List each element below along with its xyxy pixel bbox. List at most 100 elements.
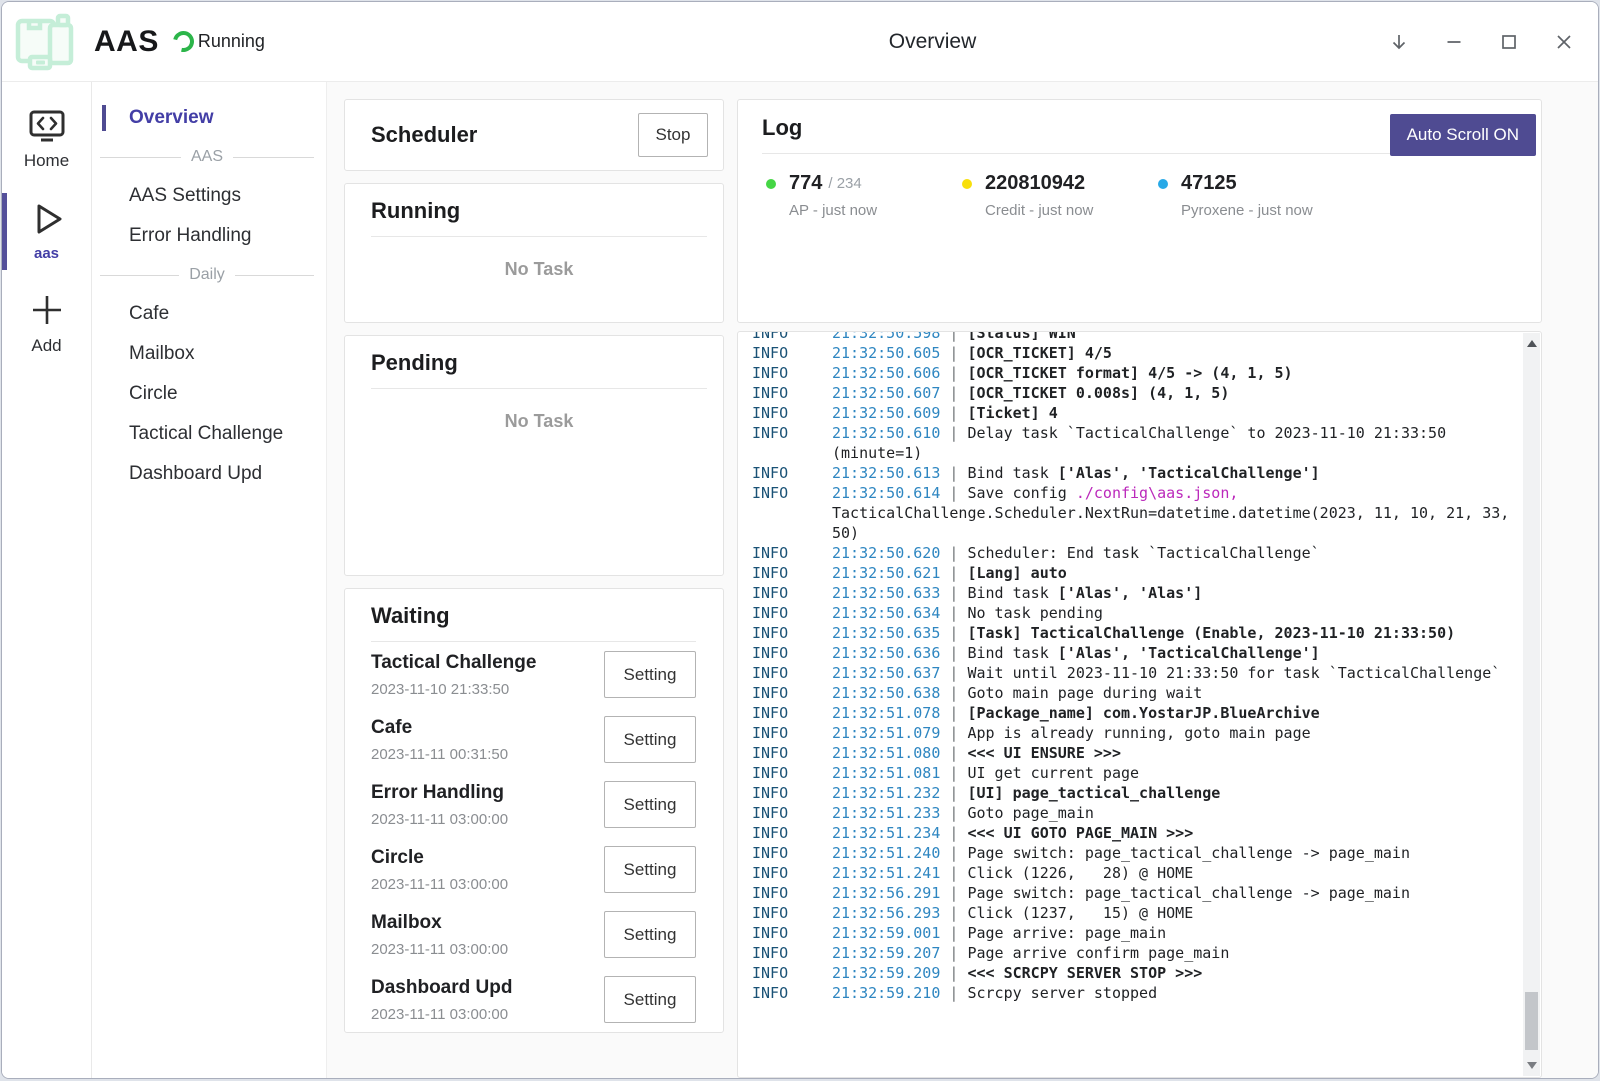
minimize-button[interactable] (1432, 20, 1476, 64)
log-row: INFO21:32:56.291 | Page switch: page_tac… (752, 883, 1541, 903)
nav-section-divider-daily: Daily (92, 256, 326, 294)
task-info: Cafe2023-11-11 00:31:50 (371, 717, 508, 763)
stop-button[interactable]: Stop (638, 113, 708, 157)
nav-item-tactical-challenge[interactable]: Tactical Challenge (92, 414, 326, 454)
log-level: INFO (752, 363, 832, 383)
active-indicator (102, 105, 106, 131)
app-name: AAS (94, 25, 159, 59)
scheduler-title: Scheduler (371, 122, 477, 148)
log-separator: | (940, 384, 967, 402)
log-timestamp: 21:32:51.081 (832, 764, 940, 782)
log-row: INFO21:32:50.613 | Bind task ['Alas', 'T… (752, 463, 1541, 483)
rail-item-home[interactable]: Home (2, 101, 91, 181)
window-controls (1377, 2, 1586, 82)
log-separator: | (940, 744, 967, 762)
log-separator: | (940, 584, 967, 602)
log-separator: | (940, 884, 967, 902)
nav-item-cafe[interactable]: Cafe (92, 294, 326, 334)
setting-button-tactical-challenge[interactable]: Setting (604, 651, 696, 698)
log-output[interactable]: INFO21:32:50.598 | [Status] WININFO21:32… (737, 331, 1542, 1078)
maximize-button[interactable] (1487, 20, 1531, 64)
log-message: 21:32:50.598 | [Status] WIN (832, 331, 1515, 343)
nav-item-dashboard-upd[interactable]: Dashboard Upd (92, 454, 326, 494)
running-card: Running No Task (344, 183, 724, 323)
log-separator: | (940, 624, 967, 642)
log-row: INFO21:32:51.078 | [Package_name] com.Yo… (752, 703, 1541, 723)
log-separator: | (940, 864, 967, 882)
setting-button-dashboard-upd[interactable]: Setting (604, 976, 696, 1023)
log-row: INFO21:32:51.234 | <<< UI GOTO PAGE_MAIN… (752, 823, 1541, 843)
log-row: INFO21:32:50.609 | [Ticket] 4 (752, 403, 1541, 423)
minimize-icon (1443, 31, 1465, 53)
task-name: Cafe (371, 717, 508, 739)
close-button[interactable] (1542, 20, 1586, 64)
log-timestamp: 21:32:50.598 (832, 331, 940, 342)
log-message: 21:32:51.233 | Goto page_main (832, 803, 1515, 823)
log-message: 21:32:50.621 | [Lang] auto (832, 563, 1515, 583)
log-row: INFO21:32:50.607 | [OCR_TICKET 0.008s] (… (752, 383, 1541, 403)
setting-button-error-handling[interactable]: Setting (604, 781, 696, 828)
task-next-run: 2023-11-11 03:00:00 (371, 941, 508, 958)
log-level: INFO (752, 463, 832, 483)
titlebar: AAS Running Overview (2, 2, 1598, 82)
running-empty-text: No Task (371, 259, 707, 280)
log-level: INFO (752, 583, 832, 603)
log-separator: | (940, 344, 967, 362)
log-timestamp: 21:32:56.293 (832, 904, 940, 922)
log-message: 21:32:51.081 | UI get current page (832, 763, 1515, 783)
nav-item-error-handling[interactable]: Error Handling (92, 216, 326, 256)
log-timestamp: 21:32:50.607 (832, 384, 940, 402)
nav-item-label: Dashboard Upd (129, 463, 262, 484)
log-message: 21:32:50.633 | Bind task ['Alas', 'Alas'… (832, 583, 1515, 603)
running-spinner-icon (169, 27, 198, 56)
log-separator: | (940, 331, 967, 342)
setting-button-cafe[interactable]: Setting (604, 716, 696, 763)
setting-button-circle[interactable]: Setting (604, 846, 696, 893)
log-timestamp: 21:32:50.621 (832, 564, 940, 582)
log-message: 21:32:51.079 | App is already running, g… (832, 723, 1515, 743)
task-name: Error Handling (371, 782, 508, 804)
page-title: Overview (327, 30, 1538, 54)
download-button[interactable] (1377, 20, 1421, 64)
task-info: Error Handling2023-11-11 03:00:00 (371, 782, 508, 828)
task-name: Tactical Challenge (371, 652, 536, 674)
log-scrollbar[interactable] (1523, 333, 1540, 1076)
log-card: Log Auto Scroll ON 774/ 234AP - just now… (737, 99, 1542, 323)
log-timestamp: 21:32:50.633 (832, 584, 940, 602)
log-level: INFO (752, 623, 832, 643)
waiting-task-row: Circle2023-11-11 03:00:00Setting (371, 837, 696, 902)
auto-scroll-button[interactable]: Auto Scroll ON (1390, 114, 1536, 156)
log-message: 21:32:50.605 | [OCR_TICKET] 4/5 (832, 343, 1515, 363)
log-separator: | (940, 424, 967, 442)
running-title: Running (371, 198, 707, 224)
log-message: 21:32:50.635 | [Task] TacticalChallenge … (832, 623, 1515, 643)
nav-item-label: Error Handling (129, 225, 252, 246)
stat-top: 47125 (1158, 172, 1354, 195)
nav-section-divider-aas: AAS (92, 138, 326, 176)
divider-line (100, 275, 179, 276)
log-row: INFO21:32:50.620 | Scheduler: End task `… (752, 543, 1541, 563)
stat-suffix: / 234 (828, 175, 861, 192)
log-message: 21:32:56.291 | Page switch: page_tactica… (832, 883, 1515, 903)
rail-item-aas[interactable]: aas (2, 191, 91, 272)
scroll-up-button[interactable] (1523, 335, 1540, 352)
log-separator: | (940, 824, 967, 842)
scroll-down-button[interactable] (1523, 1057, 1540, 1074)
task-next-run: 2023-11-10 21:33:50 (371, 681, 536, 698)
nav-item-aas-settings[interactable]: AAS Settings (92, 176, 326, 216)
setting-button-mailbox[interactable]: Setting (604, 911, 696, 958)
nav-item-mailbox[interactable]: Mailbox (92, 334, 326, 374)
log-row: INFO21:32:51.081 | UI get current page (752, 763, 1541, 783)
log-timestamp: 21:32:50.634 (832, 604, 940, 622)
maximize-icon (1498, 31, 1520, 53)
divider-line (100, 157, 181, 158)
nav-item-circle[interactable]: Circle (92, 374, 326, 414)
log-row: INFO21:32:50.635 | [Task] TacticalChalle… (752, 623, 1541, 643)
log-row: INFO21:32:51.079 | App is already runnin… (752, 723, 1541, 743)
log-message: 21:32:56.293 | Click (1237, 15) @ HOME (832, 903, 1515, 923)
nav-item-overview[interactable]: Overview (92, 98, 326, 138)
rail-item-add[interactable]: Add (2, 282, 91, 366)
scroll-thumb[interactable] (1525, 992, 1538, 1050)
log-level: INFO (752, 843, 832, 863)
log-row: INFO21:32:50.636 | Bind task ['Alas', 'T… (752, 643, 1541, 663)
